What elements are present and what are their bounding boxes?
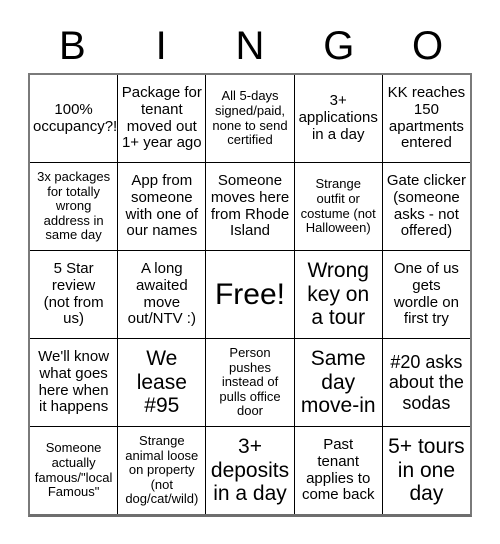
bingo-cell-i2[interactable]: App from someone with one of our names [118,163,207,250]
bingo-cell-text: 3+ deposits in a day [210,435,290,506]
bingo-cell-n1[interactable]: All 5-days signed/paid, none to send cer… [206,75,295,162]
bingo-cell-text: A long awaited move out/NTV :) [127,259,196,328]
bingo-row-5: Someone actually famous/"local Famous" S… [30,427,471,514]
bingo-cell-text: #20 asks about the sodas [388,352,464,413]
bingo-cell-text: 5+ tours in one day [388,435,465,506]
bingo-cell-text: Someone moves here from Rhode Island [210,171,290,240]
bingo-cell-o5[interactable]: 5+ tours in one day [382,427,471,514]
bingo-cell-text: Strange animal loose on property (not do… [125,433,199,507]
bingo-cell-text: We'll know what goes here when it happen… [38,347,110,416]
bingo-cell-text: Same day move-in [300,347,376,418]
bingo-grid: 100% occupancy?! Package for tenant move… [28,73,472,517]
bingo-header-letter-o: O [412,23,444,68]
bingo-cell-i1[interactable]: Package for tenant moved out 1+ year ago [118,75,207,162]
bingo-header-letter-n: N [235,23,265,68]
bingo-cell-g2[interactable]: Strange outfit or costume (not Halloween… [294,163,383,250]
bingo-cell-o3[interactable]: One of us gets wordle on first try [382,251,471,338]
bingo-row-2: 3x packages for totally wrong address in… [30,163,471,251]
bingo-card: B I N G O 100% occupancy?! Package for t… [0,0,500,544]
bingo-cell-text: KK reaches 150 apartments entered [387,83,466,152]
bingo-cell-i5[interactable]: Strange animal loose on property (not do… [118,427,207,514]
bingo-cell-text: 3x packages for totally wrong address in… [37,169,111,243]
bingo-cell-i3[interactable]: A long awaited move out/NTV :) [118,251,207,338]
bingo-cell-text: Person pushes instead of pulls office do… [219,345,281,419]
bingo-cell-text: Strange outfit or costume (not Halloween… [300,176,376,236]
bingo-cell-text: 5 Star review (not from us) [43,259,104,328]
bingo-row-4: We'll know what goes here when it happen… [30,339,471,427]
bingo-cell-text: All 5-days signed/paid, none to send cer… [212,88,288,148]
bingo-header-letter-b: B [59,23,86,68]
bingo-cell-o2[interactable]: Gate clicker (someone asks - not offered… [382,163,471,250]
bingo-row-3: 5 Star review (not from us) A long await… [30,251,471,339]
bingo-cell-g4[interactable]: Same day move-in [294,339,383,426]
bingo-header: B I N G O [28,18,472,73]
bingo-cell-b4[interactable]: We'll know what goes here when it happen… [30,339,119,426]
bingo-cell-b3[interactable]: 5 Star review (not from us) [30,251,119,338]
bingo-cell-text: Free! [214,277,286,311]
bingo-cell-text: 3+ applications in a day [298,92,378,143]
bingo-cell-text: Someone actually famous/"local Famous" [34,440,113,500]
bingo-cell-text: Gate clicker (someone asks - not offered… [386,171,467,240]
bingo-cell-o4[interactable]: #20 asks about the sodas [382,339,471,426]
bingo-cell-o1[interactable]: KK reaches 150 apartments entered [382,75,471,162]
bingo-cell-b5[interactable]: Someone actually famous/"local Famous" [30,427,119,514]
bingo-cell-n4[interactable]: Person pushes instead of pulls office do… [206,339,295,426]
bingo-cell-b1[interactable]: 100% occupancy?! [30,75,119,162]
bingo-cell-text: 100% occupancy?! [33,100,118,135]
bingo-cell-i4[interactable]: We lease #95 [118,339,207,426]
bingo-cell-text: App from someone with one of our names [125,171,199,240]
bingo-row-1: 100% occupancy?! Package for tenant move… [30,75,471,163]
bingo-cell-text: Package for tenant moved out 1+ year ago [121,83,202,152]
bingo-header-letter-i: I [155,23,167,68]
bingo-cell-g5[interactable]: Past tenant applies to come back [294,427,383,514]
bingo-cell-b2[interactable]: 3x packages for totally wrong address in… [30,163,119,250]
bingo-header-letter-g: G [323,23,355,68]
bingo-cell-g1[interactable]: 3+ applications in a day [294,75,383,162]
bingo-cell-n5[interactable]: 3+ deposits in a day [206,427,295,514]
bingo-cell-g3[interactable]: Wrong key on a tour [294,251,383,338]
bingo-cell-text: Past tenant applies to come back [301,435,375,504]
bingo-cell-text: One of us gets wordle on first try [393,259,459,328]
bingo-cell-text: Wrong key on a tour [307,259,370,330]
bingo-cell-n2[interactable]: Someone moves here from Rhode Island [206,163,295,250]
bingo-cell-free-space[interactable]: Free! [206,251,295,338]
bingo-cell-text: We lease #95 [136,347,187,418]
